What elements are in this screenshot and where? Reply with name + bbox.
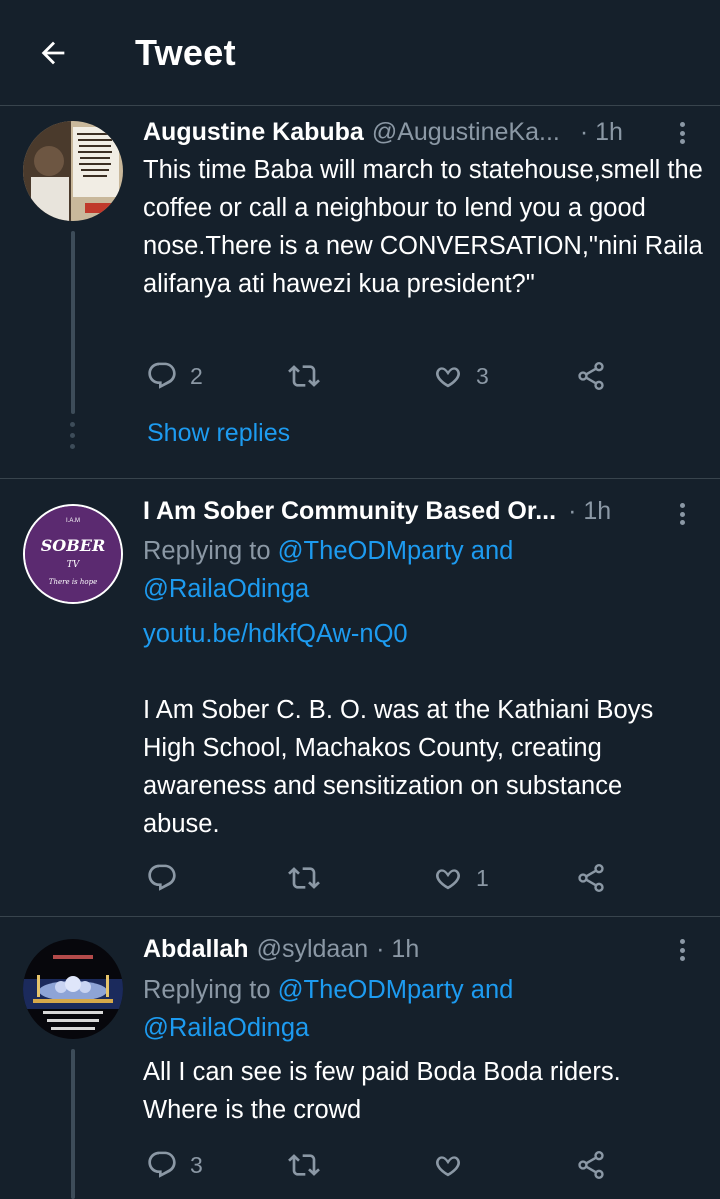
more-options-button[interactable] [672, 499, 692, 529]
share-button[interactable] [575, 858, 607, 898]
avatar[interactable] [23, 121, 123, 221]
reply-icon [148, 1151, 176, 1178]
reply-button[interactable] [146, 858, 178, 898]
back-button[interactable] [30, 30, 76, 76]
display-name[interactable]: Abdallah [143, 935, 249, 964]
reply-count: 2 [190, 362, 203, 389]
mention-link[interactable]: @TheODMparty [278, 537, 464, 565]
retweet-button[interactable] [288, 356, 320, 396]
heart-icon [436, 367, 460, 388]
timestamp[interactable]: · 1h [580, 118, 623, 147]
user-handle[interactable]: @syldaan [257, 935, 369, 964]
more-options-button[interactable] [672, 118, 692, 148]
avatar-tv-text: TV [66, 560, 80, 570]
tweet-header: Augustine Kabuba @AugustineKa... · 1h [143, 118, 660, 147]
tweet-actions: 1 [0, 858, 720, 898]
heart-icon [436, 869, 460, 890]
thread-gap-dots [70, 422, 76, 449]
retweet-button[interactable] [288, 1145, 320, 1185]
tweet[interactable]: Augustine Kabuba @AugustineKa... · 1h Th… [0, 106, 720, 479]
more-options-button[interactable] [672, 935, 692, 965]
mention-link[interactable]: @RailaOdinga [143, 1014, 309, 1042]
retweet-icon [288, 1154, 320, 1176]
tweet[interactable]: Abdallah @syldaan · 1h Replying to @TheO… [0, 917, 720, 1199]
retweet-icon [288, 867, 320, 889]
mention-and[interactable]: and [464, 976, 514, 1004]
like-button[interactable]: 1 [432, 858, 489, 898]
tweet-header: I Am Sober Community Based Or... · 1h [143, 497, 660, 526]
mention-link[interactable]: @RailaOdinga [143, 575, 309, 603]
like-button[interactable]: 3 [432, 356, 489, 396]
url-link[interactable]: youtu.be/hdkfQAw-nQ0 [143, 615, 703, 653]
like-button[interactable] [432, 1145, 464, 1185]
share-button[interactable] [575, 1145, 607, 1185]
reply-icon [148, 362, 176, 389]
top-bar: Tweet [0, 0, 720, 106]
share-button[interactable] [575, 356, 607, 396]
replying-to: Replying to @TheODMparty and @RailaOding… [143, 532, 683, 608]
mention-and[interactable]: and [464, 537, 514, 565]
user-handle[interactable]: @AugustineKa... [372, 118, 560, 147]
tweet-header: Abdallah @syldaan · 1h [143, 935, 660, 964]
like-count: 1 [476, 864, 489, 891]
replying-to-label: Replying to [143, 976, 278, 1004]
tweet-text: I Am Sober C. B. O. was at the Kathiani … [143, 696, 654, 838]
reply-button[interactable]: 2 [146, 356, 203, 396]
show-replies-link[interactable]: Show replies [147, 419, 290, 448]
mention-link[interactable]: @TheODMparty [278, 976, 464, 1004]
tweet-actions: 2 3 [0, 356, 720, 396]
avatar-top-text: I.A.M [65, 518, 80, 524]
display-name[interactable]: I Am Sober Community Based Or... [143, 497, 556, 526]
retweet-icon [288, 365, 320, 387]
tweet-text: This time Baba will march to statehouse,… [143, 156, 703, 298]
retweet-button[interactable] [288, 858, 320, 898]
reply-count: 3 [190, 1151, 203, 1178]
share-icon [578, 362, 604, 390]
avatar[interactable] [23, 939, 123, 1039]
timestamp[interactable]: · 1h [568, 497, 611, 526]
avatar-image [23, 121, 123, 221]
avatar[interactable]: I.A.M SOBER TV There is hope [23, 504, 123, 604]
reply-button[interactable]: 3 [146, 1145, 203, 1185]
share-icon [578, 864, 604, 892]
reply-icon [148, 864, 176, 891]
page-title: Tweet [135, 32, 236, 73]
tweet-actions: 3 [0, 1145, 720, 1185]
share-icon [578, 1151, 604, 1179]
timestamp[interactable]: · 1h [376, 935, 419, 964]
display-name[interactable]: Augustine Kabuba [143, 118, 364, 147]
avatar-image [23, 939, 123, 1039]
heart-icon [436, 1156, 460, 1177]
replying-to-label: Replying to [143, 537, 278, 565]
tweet[interactable]: I.A.M SOBER TV There is hope I Am Sober … [0, 479, 720, 917]
avatar-bottom-text: There is hope [48, 578, 98, 586]
replying-to: Replying to @TheODMparty and @RailaOding… [143, 971, 683, 1047]
avatar-main-text: SOBER [40, 536, 106, 555]
tweet-text: All I can see is few paid Boda Boda ride… [143, 1058, 621, 1124]
like-count: 3 [476, 362, 489, 389]
arrow-left-icon [41, 41, 65, 65]
